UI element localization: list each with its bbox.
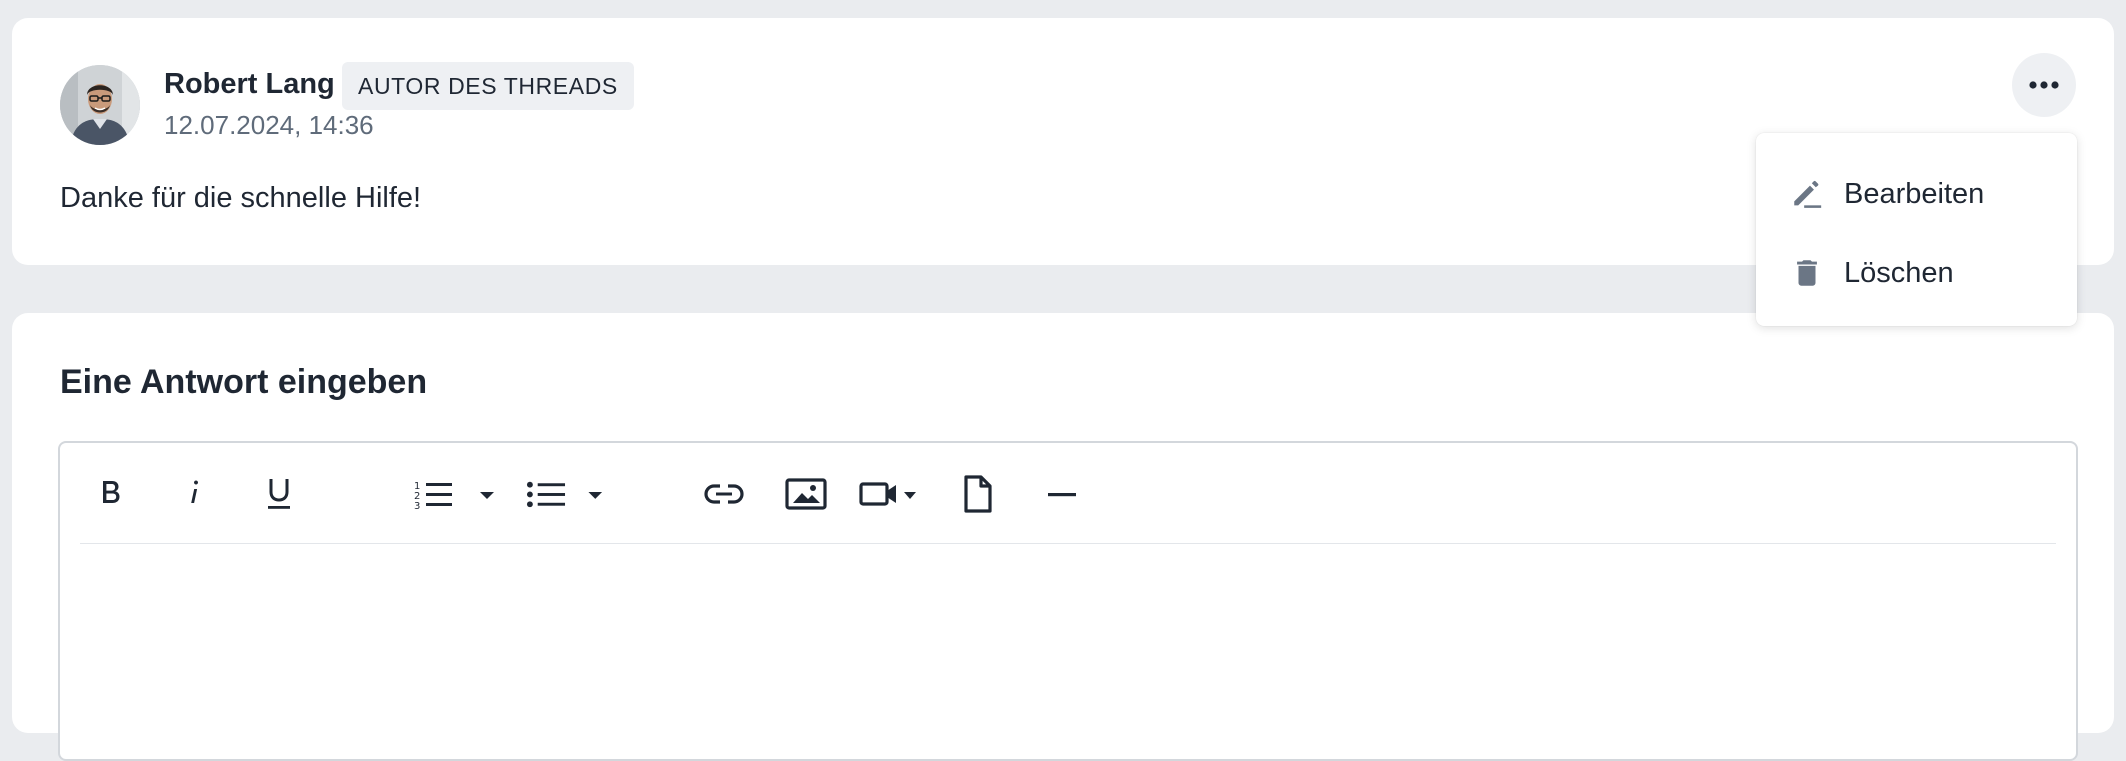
- avatar-photo: [60, 65, 140, 145]
- post-options-menu: Bearbeiten Löschen: [1756, 133, 2077, 326]
- avatar[interactable]: [60, 65, 140, 145]
- video-icon: [859, 482, 916, 506]
- menu-item-label: Bearbeiten: [1844, 177, 1985, 210]
- horizontal-rule-icon: [1048, 493, 1076, 497]
- bullet-list-icon: [526, 481, 603, 508]
- image-icon: [785, 478, 827, 510]
- link-button[interactable]: [694, 467, 754, 521]
- post-body: Danke für die schnelle Hilfe!: [60, 182, 422, 214]
- italic-button[interactable]: [170, 467, 220, 521]
- link-icon: [704, 484, 744, 504]
- horizontal-rule-button[interactable]: [1032, 467, 1092, 521]
- italic-icon: [191, 480, 199, 503]
- menu-item-delete[interactable]: Löschen: [1756, 236, 2077, 310]
- post-timestamp: 12.07.2024, 14:36: [164, 110, 374, 140]
- underline-icon: [268, 479, 290, 509]
- ordered-list-button[interactable]: 1 2 3: [410, 467, 500, 521]
- bold-icon: [103, 481, 120, 503]
- editor-content-area[interactable]: [80, 553, 2056, 749]
- reply-heading: Eine Antwort eingeben: [60, 363, 428, 401]
- menu-item-label: Löschen: [1844, 256, 1954, 289]
- toolbar-divider: [80, 543, 2056, 544]
- author-name[interactable]: Robert Lang: [164, 68, 335, 101]
- pencil-icon: [1794, 180, 1822, 208]
- video-button[interactable]: [856, 467, 926, 521]
- thread-author-badge: AUTOR DES THREADS: [342, 62, 634, 110]
- underline-button[interactable]: [254, 467, 304, 521]
- ordered-list-icon: 1 2 3: [414, 481, 494, 511]
- reply-editor[interactable]: 1 2 3: [58, 441, 2078, 761]
- reply-card: Eine Antwort eingeben 1 2 3: [12, 313, 2114, 761]
- bullet-list-button[interactable]: [526, 467, 606, 521]
- more-horizontal-icon: [2029, 81, 2059, 89]
- file-icon: [964, 475, 992, 513]
- trash-icon: [1797, 260, 1817, 286]
- svg-text:3: 3: [414, 501, 420, 511]
- more-options-button[interactable]: [2012, 53, 2076, 117]
- file-button[interactable]: [948, 467, 1008, 521]
- image-button[interactable]: [776, 467, 836, 521]
- menu-item-edit[interactable]: Bearbeiten: [1756, 157, 2077, 231]
- bold-button[interactable]: [86, 467, 136, 521]
